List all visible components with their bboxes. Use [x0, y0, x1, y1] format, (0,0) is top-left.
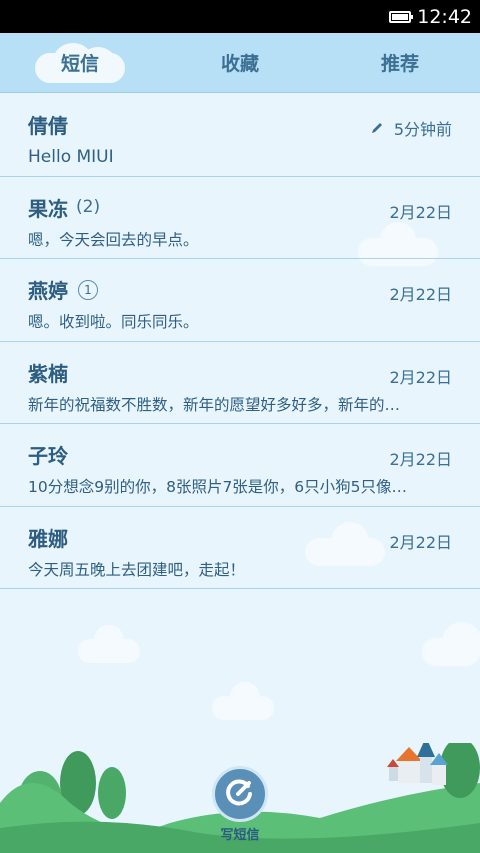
message-preview: 嗯，今天会回去的早点。	[28, 230, 199, 249]
compose-label[interactable]: 写短信	[200, 824, 280, 843]
contact-name: 紫楠	[28, 361, 68, 386]
conversation-row[interactable]: 子玲 2月22日 10分想念9别的你，8张照片7张是你，6只小狗5只像…	[0, 424, 480, 507]
compose-button[interactable]	[212, 766, 268, 822]
status-time: 12:42	[417, 5, 472, 28]
tab-bar: 短信 收藏 推荐	[0, 33, 480, 93]
background-cloud	[78, 625, 140, 663]
message-date: 2月22日	[389, 450, 452, 469]
conversation-row[interactable]: 燕婷 1 2月22日 嗯。收到啦。同乐同乐。	[0, 259, 480, 342]
contact-name: 倩倩	[28, 114, 68, 138]
tab-messages[interactable]: 短信	[0, 33, 160, 92]
tab-label: 短信	[60, 53, 99, 75]
message-date: 2月22日	[389, 202, 452, 222]
background-cloud	[212, 682, 274, 720]
contact-name: 果冻	[28, 196, 68, 221]
message-date: 2月22日	[389, 367, 452, 387]
tab-favorites[interactable]: 收藏	[160, 33, 320, 92]
message-preview: 新年的祝福数不胜数，新年的愿望好多好多，新年的…	[28, 395, 401, 414]
conversation-row[interactable]: 紫楠 2月22日 新年的祝福数不胜数，新年的愿望好多好多，新年的…	[0, 342, 480, 424]
compose-icon	[224, 776, 256, 812]
battery-icon	[389, 10, 414, 23]
status-bar: 12:42	[0, 0, 480, 33]
message-count: (2)	[76, 197, 101, 217]
tab-label: 收藏	[220, 53, 259, 75]
tab-label: 推荐	[380, 53, 419, 75]
message-preview: 今天周五晚上去团建吧，走起！	[28, 560, 246, 579]
message-date: 2月22日	[389, 285, 452, 304]
conversation-row[interactable]: 倩倩 5分钟前 Hello MIUI	[0, 94, 480, 177]
unread-badge: 1	[78, 279, 98, 300]
message-preview: 嗯。收到啦。同乐同乐。	[28, 313, 199, 331]
message-date: 5分钟前	[393, 120, 452, 139]
contact-name: 燕婷	[28, 279, 68, 303]
tab-recommend[interactable]: 推荐	[320, 33, 480, 92]
contact-name: 子玲	[28, 444, 68, 468]
message-date: 2月22日	[389, 532, 452, 552]
conversation-row[interactable]: 果冻 (2) 2月22日 嗯，今天会回去的早点。	[0, 177, 480, 259]
background-cloud	[422, 622, 480, 666]
message-preview: 10分想念9别的你，8张照片7张是你，6只小狗5只像…	[28, 478, 408, 496]
contact-name: 雅娜	[28, 526, 68, 551]
conversation-row[interactable]: 雅娜 2月22日 今天周五晚上去团建吧，走起！	[0, 507, 480, 589]
conversation-list: 倩倩 5分钟前 Hello MIUI 果冻 (2) 2月22日 嗯，今天会回去的…	[0, 94, 480, 589]
message-preview: Hello MIUI	[28, 147, 114, 167]
pencil-icon	[370, 121, 384, 135]
